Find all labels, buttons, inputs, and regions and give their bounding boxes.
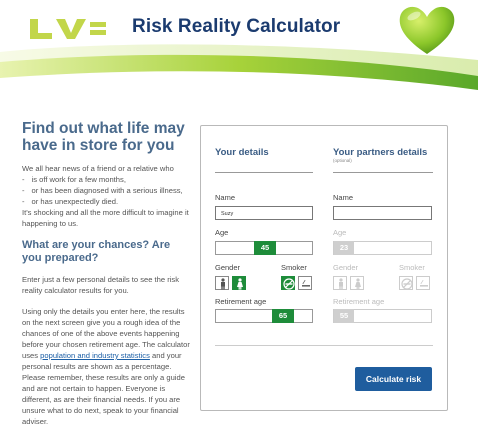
intro-para-2: Using only the details you enter here, t… (22, 306, 192, 427)
partner-retirement-age-slider[interactable]: 55 (333, 309, 432, 323)
partner-gender-label: Gender (333, 263, 359, 272)
smoker-label: Smoker (281, 263, 307, 272)
heart-icon (399, 6, 455, 54)
partner-no-smoking-icon[interactable] (416, 276, 430, 290)
partner-name-label: Name (333, 193, 354, 202)
intro-after-bullets: It's shocking and all the more difficult… (22, 208, 189, 228)
app-title: Risk Reality Calculator (132, 16, 341, 37)
intro-para-2b: and your personal results are shown as a… (22, 351, 185, 426)
partner-age-slider[interactable]: 23 (333, 241, 432, 255)
intro-subheading: What are your chances? Are you prepared? (22, 239, 171, 264)
partner-smoker-label: Smoker (399, 263, 425, 272)
partner-name-field[interactable] (333, 206, 432, 220)
smoking-icon[interactable] (281, 276, 295, 290)
partner-retirement-age-label: Retirement age (333, 297, 385, 306)
partner-details-heading: Your partners details (333, 147, 428, 158)
partner-details-underline (333, 172, 433, 173)
intro-lead: We all hear news of a friend or a relati… (22, 164, 174, 173)
age-slider-handle[interactable]: 45 (254, 241, 276, 255)
statistics-link[interactable]: population and industry statistics (40, 351, 150, 360)
your-details-heading: Your details (215, 147, 269, 158)
male-icon[interactable] (215, 276, 229, 290)
calculator-form: Your details Your partners details (opti… (200, 125, 448, 411)
intro-section: Find out what life may have in store for… (22, 120, 192, 427)
name-field[interactable]: Suzy (215, 206, 313, 220)
age-label: Age (215, 228, 229, 237)
partner-age-label: Age (333, 228, 347, 237)
gender-label: Gender (215, 263, 241, 272)
partner-male-icon[interactable] (333, 276, 347, 290)
partner-female-icon[interactable] (350, 276, 364, 290)
your-details-underline (215, 172, 313, 173)
age-slider[interactable]: 45 (215, 241, 313, 255)
retirement-age-slider[interactable]: 65 (215, 309, 313, 323)
list-item: is off work for a few months, (22, 174, 192, 185)
calculate-risk-button[interactable]: Calculate risk (355, 367, 432, 391)
partner-retirement-age-slider-handle[interactable]: 55 (334, 309, 354, 323)
retirement-age-label: Retirement age (215, 297, 267, 306)
intro-para-1: Enter just a few personal details to see… (22, 275, 180, 295)
intro-bullets: is off work for a few months, or has bee… (22, 174, 192, 207)
partner-age-slider-handle[interactable]: 23 (334, 241, 354, 255)
optional-note: (optional) (333, 158, 352, 163)
no-smoking-icon[interactable] (298, 276, 312, 290)
female-icon[interactable] (232, 276, 246, 290)
partner-smoking-icon[interactable] (399, 276, 413, 290)
form-divider (215, 345, 433, 346)
page-header: Risk Reality Calculator (0, 0, 478, 100)
list-item: or has unexpectedly died. (22, 196, 192, 207)
retirement-age-slider-handle[interactable]: 65 (272, 309, 294, 323)
intro-heading: Find out what life may have in store for… (22, 120, 185, 154)
name-label: Name (215, 193, 236, 202)
list-item: or has been diagnosed with a serious ill… (22, 185, 192, 196)
lv-logo (30, 19, 106, 39)
